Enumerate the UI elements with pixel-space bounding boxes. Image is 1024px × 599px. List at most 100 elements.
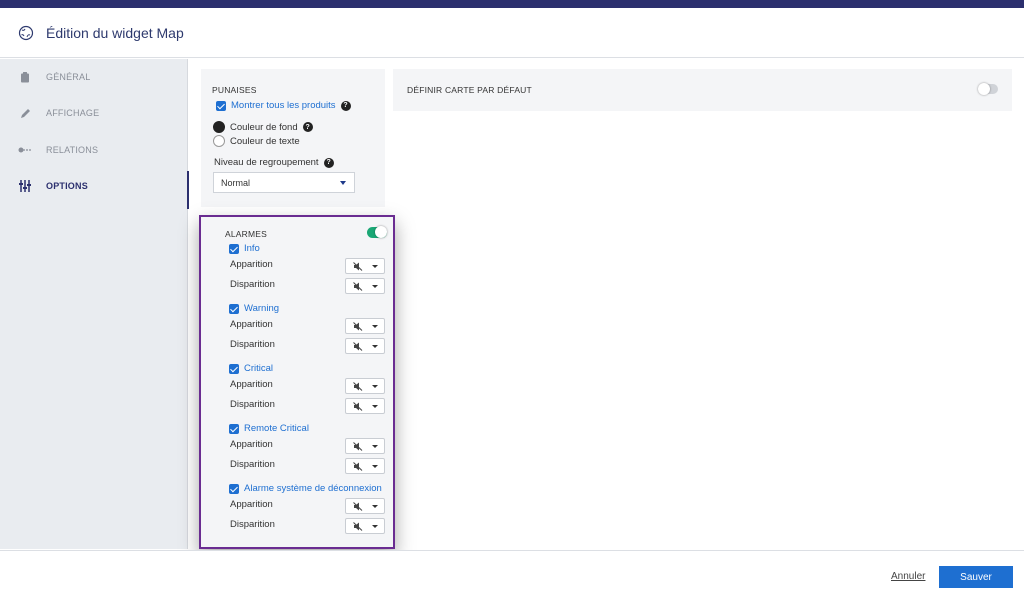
default-map-panel: DÉFINIR CARTE PAR DÉFAUT <box>393 69 1012 111</box>
save-button[interactable]: Sauver <box>939 566 1013 588</box>
disappear-label: Disparition <box>230 279 275 290</box>
help-icon[interactable]: ? <box>340 100 351 111</box>
alarmes-title: ALARMES <box>225 229 268 239</box>
show-all-products-row: Montrer tous les produits ? <box>216 100 351 111</box>
disappear-sound-select[interactable] <box>345 338 385 354</box>
muted-speaker-icon <box>353 521 363 531</box>
sidebar: GÉNÉRAL AFFICHAGE RELATIONS OPTIONS <box>0 59 189 549</box>
text-color-radio[interactable] <box>213 135 225 147</box>
chevron-down-icon <box>372 445 378 448</box>
default-map-title: DÉFINIR CARTE PAR DÉFAUT <box>407 85 532 95</box>
dialog-footer: Annuler Sauver <box>0 550 1024 599</box>
bg-color-row: Couleur de fond ? <box>213 121 313 133</box>
appear-sound-select[interactable] <box>345 318 385 334</box>
disappear-sound-select[interactable] <box>345 278 385 294</box>
sidebar-item-label: AFFICHAGE <box>46 108 100 118</box>
disappear-label: Disparition <box>230 339 275 350</box>
alarm-category-label: Remote Critical <box>244 423 309 434</box>
sidebar-item-general[interactable]: GÉNÉRAL <box>0 62 188 92</box>
sidebar-item-affichage[interactable]: AFFICHAGE <box>0 98 188 128</box>
grouping-level-row: Niveau de regroupement ? <box>214 157 334 168</box>
bg-color-label: Couleur de fond <box>230 121 298 133</box>
sliders-icon <box>18 179 32 193</box>
alarmes-toggle[interactable] <box>367 226 387 238</box>
appear-sound-select[interactable] <box>345 438 385 454</box>
dialog-title: Édition du widget Map <box>46 24 184 41</box>
disappear-sound-select[interactable] <box>345 458 385 474</box>
show-all-checkbox[interactable] <box>216 100 226 111</box>
muted-speaker-icon <box>353 261 363 271</box>
appear-label: Apparition <box>230 379 273 390</box>
alarm-category: Remote Critical <box>229 423 309 434</box>
alarm-category: Info <box>229 243 260 254</box>
show-all-label: Montrer tous les produits <box>231 100 336 111</box>
appear-sound-select[interactable] <box>345 378 385 394</box>
disappear-sound-select[interactable] <box>345 518 385 534</box>
appear-label: Apparition <box>230 439 273 450</box>
chevron-down-icon <box>372 405 378 408</box>
text-color-row: Couleur de texte <box>213 135 300 147</box>
disappear-label: Disparition <box>230 459 275 470</box>
appear-sound-select[interactable] <box>345 258 385 274</box>
alarm-category-checkbox[interactable] <box>229 363 239 374</box>
muted-speaker-icon <box>353 321 363 331</box>
appear-label: Apparition <box>230 259 273 270</box>
chevron-down-icon <box>372 465 378 468</box>
globe-icon <box>18 25 34 40</box>
sidebar-item-label: RELATIONS <box>46 145 99 155</box>
muted-speaker-icon <box>353 501 363 511</box>
link-icon <box>18 143 32 157</box>
muted-speaker-icon <box>353 401 363 411</box>
appear-label: Apparition <box>230 319 273 330</box>
alarm-category-label: Info <box>244 243 260 254</box>
alarm-category-checkbox[interactable] <box>229 243 239 254</box>
chevron-down-icon <box>372 345 378 348</box>
punaises-title: PUNAISES <box>212 85 257 95</box>
default-map-toggle[interactable] <box>978 83 998 95</box>
sidebar-item-label: GÉNÉRAL <box>46 72 91 82</box>
alarm-category: Alarme système de déconnexion <box>229 483 382 494</box>
chevron-down-icon <box>372 525 378 528</box>
alarm-category-checkbox[interactable] <box>229 423 239 434</box>
muted-speaker-icon <box>353 341 363 351</box>
chevron-down-icon <box>372 265 378 268</box>
clipboard-icon <box>18 70 32 84</box>
help-icon[interactable]: ? <box>323 157 334 168</box>
chevron-down-icon <box>372 285 378 288</box>
muted-speaker-icon <box>353 281 363 291</box>
alarm-category-checkbox[interactable] <box>229 483 239 494</box>
disappear-label: Disparition <box>230 519 275 530</box>
appear-label: Apparition <box>230 499 273 510</box>
alarmes-panel: ALARMES Info Apparition Disparition Warning… <box>199 215 395 549</box>
chevron-down-icon <box>372 505 378 508</box>
chevron-down-icon <box>372 325 378 328</box>
alarm-category: Critical <box>229 363 273 374</box>
muted-speaker-icon <box>353 381 363 391</box>
sidebar-item-relations[interactable]: RELATIONS <box>0 135 188 165</box>
punaises-panel: PUNAISES Montrer tous les produits ? Cou… <box>201 69 385 207</box>
alarm-category-label: Warning <box>244 303 280 314</box>
alarm-category-label: Critical <box>244 363 274 374</box>
help-icon[interactable]: ? <box>302 122 313 132</box>
disappear-sound-select[interactable] <box>345 398 385 414</box>
alarm-category: Warning <box>229 303 279 314</box>
muted-speaker-icon <box>353 461 363 471</box>
sidebar-item-options[interactable]: OPTIONS <box>0 171 189 209</box>
alarm-category-label: Alarme système de déconnexion <box>244 483 382 494</box>
grouping-level-select[interactable]: Normal <box>213 172 355 193</box>
muted-speaker-icon <box>353 441 363 451</box>
top-accent-bar <box>0 0 1024 8</box>
sidebar-item-label: OPTIONS <box>46 181 88 191</box>
pencil-icon <box>18 106 32 120</box>
dialog-header: Édition du widget Map <box>0 8 1024 58</box>
alarm-category-checkbox[interactable] <box>229 303 239 314</box>
cancel-link[interactable]: Annuler <box>891 571 925 582</box>
bg-color-radio[interactable] <box>213 121 225 133</box>
text-color-label: Couleur de texte <box>230 135 300 147</box>
chevron-down-icon <box>372 385 378 388</box>
chevron-down-icon <box>340 181 346 185</box>
disappear-label: Disparition <box>230 399 275 410</box>
main-content: PUNAISES Montrer tous les produits ? Cou… <box>189 59 1024 549</box>
grouping-label: Niveau de regroupement <box>214 157 319 168</box>
appear-sound-select[interactable] <box>345 498 385 514</box>
